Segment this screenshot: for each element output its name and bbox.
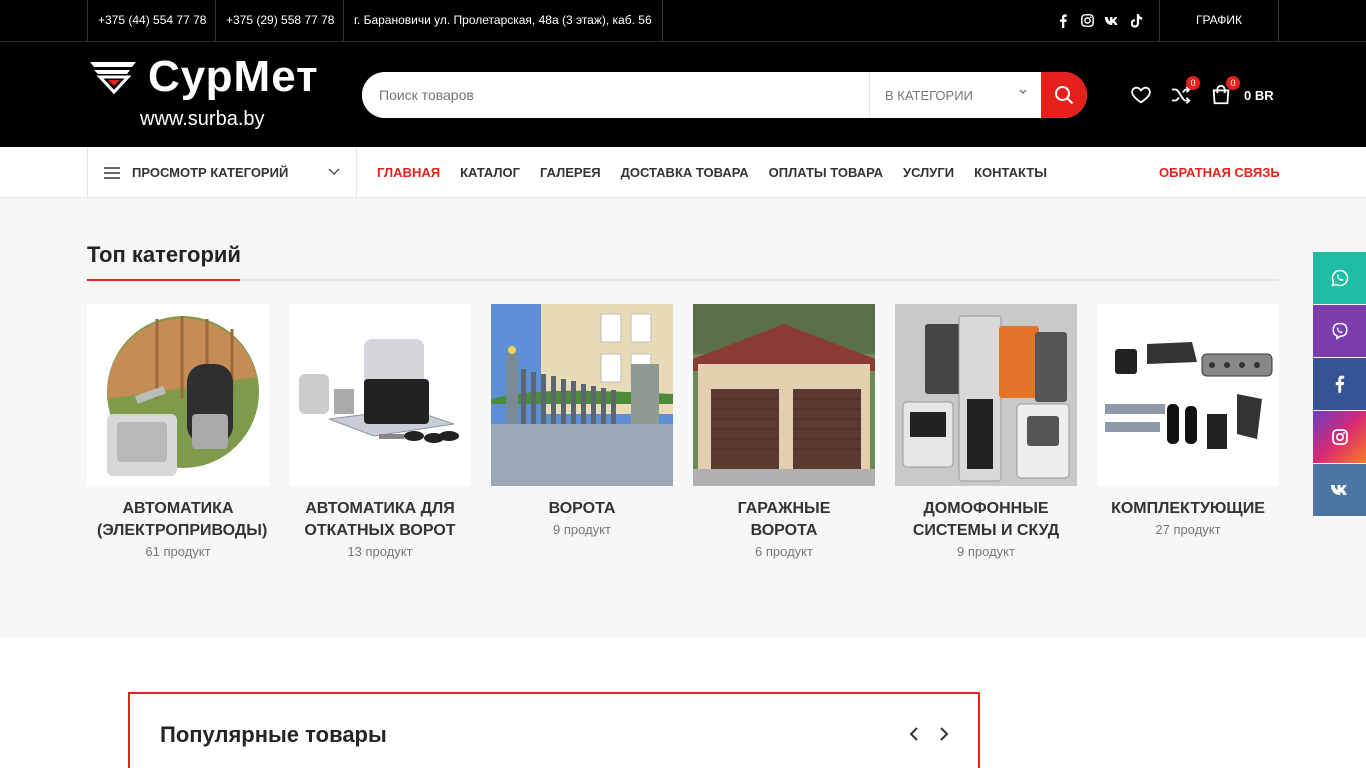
compare-button[interactable]: 0 bbox=[1170, 76, 1200, 106]
category-card[interactable]: АВТОМАТИКА (ЭЛЕКТРОПРИВОДЫ) 61 продукт bbox=[87, 304, 269, 559]
carousel-controls bbox=[908, 726, 950, 747]
wishlist-button[interactable] bbox=[1130, 84, 1152, 106]
category-select-label: В КАТЕГОРИИ bbox=[885, 87, 973, 103]
browse-categories-button[interactable]: ПРОСМОТР КАТЕГОРИЙ bbox=[87, 147, 357, 198]
top-social-links bbox=[1055, 0, 1145, 41]
category-count: 27 продукт bbox=[1155, 522, 1221, 537]
category-name[interactable]: ГАРАЖНЫЕ ВОРОТА bbox=[693, 498, 875, 542]
category-list: АВТОМАТИКА (ЭЛЕКТРОПРИВОДЫ) 61 продукт А… bbox=[87, 304, 1279, 559]
instagram-button[interactable] bbox=[1313, 411, 1366, 463]
vk-icon bbox=[1330, 485, 1347, 495]
section-title: Популярные товары bbox=[160, 722, 387, 747]
cart-count-badge: 0 bbox=[1226, 76, 1240, 90]
heart-icon bbox=[1131, 86, 1151, 104]
viber-button[interactable] bbox=[1313, 305, 1366, 357]
category-card[interactable]: АВТОМАТИКА ДЛЯ ОТКАТНЫХ ВОРОТ 13 продукт bbox=[289, 304, 471, 559]
category-image[interactable] bbox=[289, 304, 471, 486]
compare-count-badge: 0 bbox=[1186, 76, 1200, 90]
chevron-down-icon bbox=[1019, 86, 1027, 98]
category-select[interactable]: В КАТЕГОРИИ bbox=[869, 72, 1041, 118]
category-name[interactable]: КОМПЛЕКТУЮЩИЕ bbox=[1097, 498, 1279, 520]
category-card[interactable]: ДОМОФОННЫЕ СИСТЕМЫ И СКУД 9 продукт bbox=[895, 304, 1077, 559]
category-image[interactable] bbox=[693, 304, 875, 486]
search-bar: В КАТЕГОРИИ bbox=[362, 72, 1087, 118]
facebook-icon[interactable] bbox=[1055, 13, 1071, 29]
popular-products-section: Популярные товары bbox=[128, 692, 980, 768]
feedback-link[interactable]: ОБРАТНАЯ СВЯЗЬ bbox=[1159, 147, 1280, 198]
search-button[interactable] bbox=[1041, 72, 1087, 118]
category-count: 13 продукт bbox=[347, 544, 413, 559]
chevron-right-icon[interactable] bbox=[938, 726, 950, 747]
facebook-icon bbox=[1335, 375, 1345, 393]
hamburger-icon bbox=[104, 166, 120, 179]
address: г. Барановичи ул. Пролетарская, 48а (3 э… bbox=[343, 0, 663, 41]
menu-item-gallery[interactable]: ГАЛЕРЕЯ bbox=[540, 165, 601, 180]
category-card[interactable]: ГАРАЖНЫЕ ВОРОТА 6 продукт bbox=[693, 304, 875, 559]
category-count: 61 продукт bbox=[145, 544, 211, 559]
search-input[interactable] bbox=[362, 72, 869, 118]
search-icon bbox=[1055, 86, 1074, 105]
phone-1[interactable]: +375 (44) 554 77 78 bbox=[87, 0, 216, 41]
category-card[interactable]: КОМПЛЕКТУЮЩИЕ 27 продукт bbox=[1097, 304, 1279, 559]
category-name[interactable]: ВОРОТА bbox=[491, 498, 673, 520]
category-image[interactable] bbox=[491, 304, 673, 486]
site-logo[interactable]: СурМет www.surba.by bbox=[88, 50, 328, 134]
browse-categories-label: ПРОСМОТР КАТЕГОРИЙ bbox=[132, 165, 289, 180]
side-social-bar bbox=[1313, 252, 1366, 517]
chevron-down-icon bbox=[328, 164, 340, 179]
top-bar: +375 (44) 554 77 78 +375 (29) 558 77 78 … bbox=[0, 0, 1366, 68]
category-count: 6 продукт bbox=[755, 544, 813, 559]
top-categories-section: Топ категорий АВТОМАТИКА (ЭЛЕКТРОПРИВОДЫ… bbox=[0, 198, 1366, 637]
whatsapp-icon bbox=[1330, 269, 1348, 287]
menu-item-contacts[interactable]: КОНТАКТЫ bbox=[974, 165, 1047, 180]
category-name[interactable]: ДОМОФОННЫЕ СИСТЕМЫ И СКУД bbox=[895, 498, 1077, 542]
main-menu: ГЛАВНАЯ КАТАЛОГ ГАЛЕРЕЯ ДОСТАВКА ТОВАРА … bbox=[377, 147, 1067, 198]
category-image[interactable] bbox=[1097, 304, 1279, 486]
section-divider bbox=[87, 279, 1279, 281]
category-image[interactable] bbox=[87, 304, 269, 486]
header-actions: 0 0 0 BR bbox=[1130, 76, 1274, 106]
category-count: 9 продукт bbox=[553, 522, 611, 537]
whatsapp-button[interactable] bbox=[1313, 252, 1366, 304]
menu-item-payment[interactable]: ОПЛАТЫ ТОВАРА bbox=[769, 165, 883, 180]
cart-total[interactable]: 0 BR bbox=[1244, 88, 1274, 103]
menu-item-home[interactable]: ГЛАВНАЯ bbox=[377, 165, 440, 180]
logo-text: СурМет bbox=[148, 52, 319, 101]
cart-button[interactable]: 0 bbox=[1210, 76, 1240, 106]
vk-button[interactable] bbox=[1313, 464, 1366, 516]
category-count: 9 продукт bbox=[957, 544, 1015, 559]
work-schedule-link[interactable]: ГРАФИК РАБОТЫ bbox=[1159, 0, 1279, 68]
category-name[interactable]: АВТОМАТИКА (ЭЛЕКТРОПРИВОДЫ) bbox=[87, 498, 269, 542]
logo-emblem-icon bbox=[90, 62, 136, 95]
logo-url: www.surba.by bbox=[140, 108, 265, 130]
menu-item-services[interactable]: УСЛУГИ bbox=[903, 165, 954, 180]
category-name[interactable]: АВТОМАТИКА ДЛЯ ОТКАТНЫХ ВОРОТ bbox=[289, 498, 471, 542]
phone-2[interactable]: +375 (29) 558 77 78 bbox=[215, 0, 344, 41]
vk-icon[interactable] bbox=[1103, 13, 1121, 29]
section-divider-accent bbox=[87, 279, 240, 281]
chevron-left-icon[interactable] bbox=[908, 726, 920, 747]
facebook-button[interactable] bbox=[1313, 358, 1366, 410]
menu-item-catalog[interactable]: КАТАЛОГ bbox=[460, 165, 520, 180]
category-card[interactable]: ВОРОТА 9 продукт bbox=[491, 304, 673, 559]
header: СурМет www.surba.by В КАТЕГОРИИ 0 0 0 BR bbox=[0, 42, 1366, 147]
category-image[interactable] bbox=[895, 304, 1077, 486]
instagram-icon[interactable] bbox=[1079, 13, 1095, 29]
main-nav: ПРОСМОТР КАТЕГОРИЙ ГЛАВНАЯ КАТАЛОГ ГАЛЕР… bbox=[0, 147, 1366, 198]
tiktok-icon[interactable] bbox=[1129, 13, 1145, 29]
menu-item-delivery[interactable]: ДОСТАВКА ТОВАРА bbox=[621, 165, 749, 180]
section-title: Топ категорий bbox=[87, 242, 241, 267]
instagram-icon bbox=[1331, 429, 1348, 445]
viber-icon bbox=[1331, 322, 1348, 340]
